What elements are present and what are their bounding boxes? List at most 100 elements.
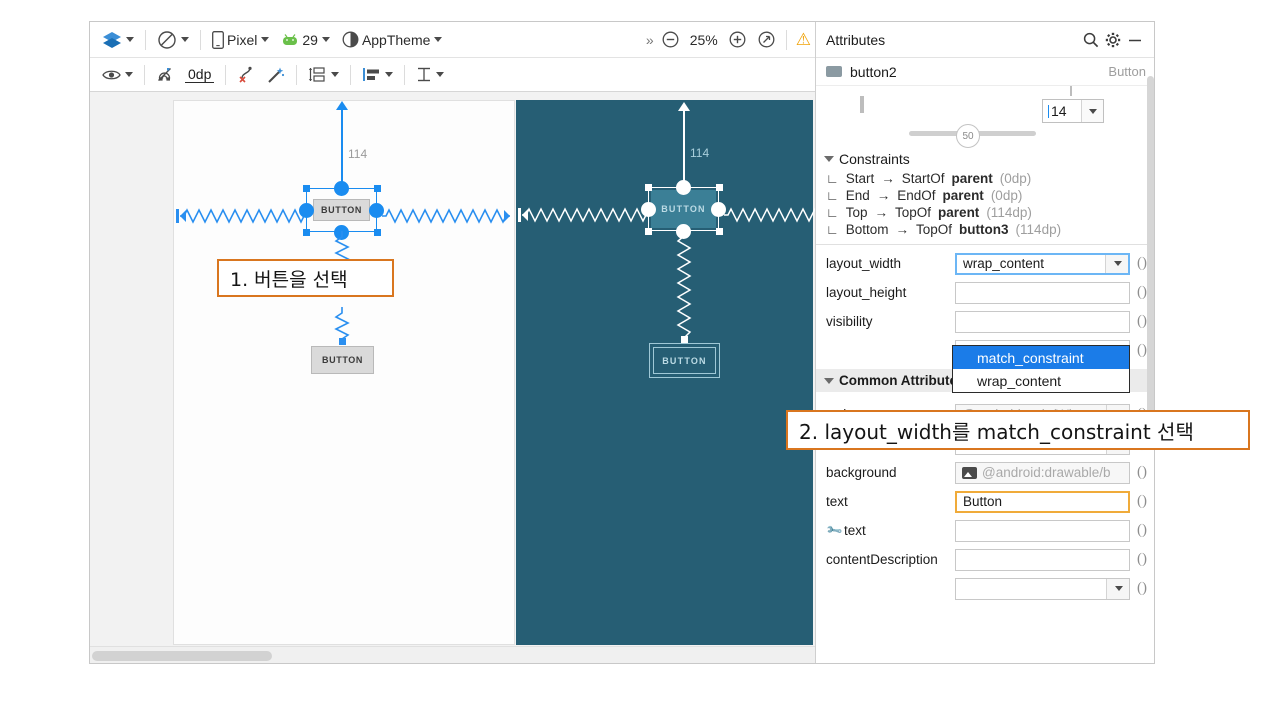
constraint-anchor-end[interactable] — [369, 203, 384, 218]
constraint-anchor-top[interactable] — [676, 180, 691, 195]
size-input[interactable]: 14 — [1042, 99, 1104, 123]
zoom-in-button[interactable] — [723, 29, 752, 50]
pack-button[interactable] — [302, 64, 345, 85]
property-row-layout-height[interactable]: layout_height () — [816, 278, 1155, 307]
chevron-down-icon[interactable] — [1105, 255, 1128, 273]
panel-title: Attributes — [826, 32, 1080, 48]
rotate-icon — [157, 30, 177, 50]
constraint-item[interactable]: ∟ Bottom → TopOf button3 (114dp) — [816, 221, 1155, 238]
warning-icon[interactable]: ⚠ — [792, 31, 815, 48]
resize-handle-bl[interactable] — [645, 228, 652, 235]
text-input[interactable]: Button — [955, 491, 1130, 513]
visibility-combobox[interactable] — [955, 311, 1130, 333]
constraint-item[interactable]: ∟ Top → TopOf parent (114dp) — [816, 204, 1155, 221]
layout-mode-button[interactable] — [96, 29, 140, 51]
dropdown-option-match-constraint[interactable]: match_constraint — [953, 346, 1129, 369]
constraint-relation: TopOf — [916, 222, 952, 237]
resource-picker-icon[interactable]: () — [1136, 581, 1148, 596]
property-row-text[interactable]: text Button () — [816, 487, 1155, 516]
guideline-button[interactable] — [410, 64, 450, 85]
theme-label: AppTheme — [362, 32, 430, 48]
divider — [786, 30, 787, 50]
bias-knob[interactable]: 50 — [956, 124, 980, 148]
minimize-icon[interactable] — [1124, 29, 1146, 51]
chevron-down-icon — [126, 37, 134, 42]
property-row-background[interactable]: background @android:drawable/b () — [816, 458, 1155, 487]
constraint-item[interactable]: ∟ Start → StartOf parent (0dp) — [816, 170, 1155, 187]
property-row-text-design[interactable]: 🔧text () — [816, 516, 1155, 545]
constraint-from: Bottom — [846, 222, 889, 237]
api-selector[interactable]: 29 — [275, 30, 336, 50]
constraint-value: (0dp) — [991, 188, 1023, 203]
layout-width-combobox[interactable]: wrap_content — [955, 253, 1130, 275]
next-field[interactable] — [955, 578, 1130, 600]
orientation-button[interactable] — [151, 28, 195, 52]
resize-handle-tr[interactable] — [716, 184, 723, 191]
property-row-next[interactable]: () — [816, 574, 1155, 603]
guideline-icon — [416, 66, 432, 83]
text-design-input[interactable] — [955, 520, 1130, 542]
resize-handle-br[interactable] — [374, 229, 381, 236]
constraint-arrow: → — [877, 188, 891, 203]
theme-selector[interactable]: AppTheme — [336, 29, 448, 50]
constraint-anchor-start[interactable] — [641, 202, 656, 217]
resize-handle-tl[interactable] — [303, 185, 310, 192]
resource-picker-icon[interactable]: () — [1136, 465, 1148, 480]
view-options-button[interactable] — [96, 66, 139, 84]
property-row-layout-width[interactable]: layout_width wrap_content () — [816, 249, 1155, 278]
scrollbar-thumb[interactable] — [92, 651, 272, 661]
property-row-visibility[interactable]: visibility () — [816, 307, 1155, 336]
selected-button[interactable]: BUTTON — [651, 190, 716, 228]
zoom-out-button[interactable] — [656, 29, 685, 50]
button3-widget[interactable]: BUTTON — [649, 343, 720, 378]
canvas-horizontal-scrollbar[interactable] — [90, 646, 815, 664]
search-icon[interactable] — [1080, 29, 1102, 51]
constraint-relation: TopOf — [895, 205, 931, 220]
constraint-anchor-start[interactable] — [299, 203, 314, 218]
constraint-relation: StartOf — [902, 171, 945, 186]
selected-button[interactable]: BUTTON — [313, 199, 370, 221]
overflow-button[interactable]: » — [642, 32, 656, 48]
default-margin-button[interactable]: 0dp — [179, 64, 220, 85]
align-button[interactable] — [356, 64, 399, 85]
clear-constraints-button[interactable] — [231, 64, 261, 86]
chevron-down-icon — [434, 37, 442, 42]
background-field[interactable]: @android:drawable/b — [955, 462, 1130, 484]
resource-picker-icon[interactable]: () — [1136, 523, 1148, 538]
autoconnect-button[interactable] — [150, 64, 179, 85]
zoom-fit-button[interactable] — [752, 29, 781, 50]
constraint-icon: ∟ — [826, 222, 839, 237]
chevron-down-icon[interactable] — [1081, 100, 1103, 122]
android-icon — [281, 33, 299, 46]
device-selector[interactable]: Pixel — [206, 29, 275, 51]
constraint-item[interactable]: ∟ End → EndOf parent (0dp) — [816, 187, 1155, 204]
design-preview[interactable]: 114 BUTTON — [173, 100, 515, 645]
zoom-in-icon — [729, 31, 746, 48]
constraint-anchor-top[interactable] — [334, 181, 349, 196]
infer-constraints-button[interactable] — [261, 64, 291, 86]
resize-handle-br[interactable] — [716, 228, 723, 235]
design-surface[interactable]: 114 BUTTON — [90, 92, 815, 646]
divider — [200, 30, 201, 50]
resource-picker-icon[interactable]: () — [1136, 552, 1148, 567]
layout-height-combobox[interactable] — [955, 282, 1130, 304]
blueprint-preview[interactable]: 114 BUTTON BUTTON — [516, 100, 813, 645]
constraint-anchor-end[interactable] — [711, 202, 726, 217]
chevron-down-icon[interactable] — [1106, 579, 1129, 599]
button3-widget[interactable]: BUTTON — [311, 346, 374, 374]
resize-handle-tr[interactable] — [374, 185, 381, 192]
layout-width-dropdown-popup[interactable]: match_constraint wrap_content — [952, 345, 1130, 393]
constraint-widget-area[interactable]: 14 50 — [816, 86, 1155, 148]
property-row-contentdescription[interactable]: contentDescription () — [816, 545, 1155, 574]
dropdown-option-wrap-content[interactable]: wrap_content — [953, 369, 1129, 392]
component-swatch-icon — [826, 66, 842, 77]
resize-handle-bl[interactable] — [303, 229, 310, 236]
attributes-vertical-scrollbar[interactable] — [1147, 76, 1154, 448]
contentdescription-input[interactable] — [955, 549, 1130, 571]
constraints-section-header[interactable]: Constraints — [816, 148, 1155, 170]
gear-icon[interactable] — [1102, 29, 1124, 51]
chevron-down-icon — [824, 378, 834, 384]
resize-handle-tl[interactable] — [645, 184, 652, 191]
resource-picker-icon[interactable]: () — [1136, 494, 1148, 509]
design-toolbar: Pixel 29 AppTheme » 25% — [90, 22, 815, 58]
